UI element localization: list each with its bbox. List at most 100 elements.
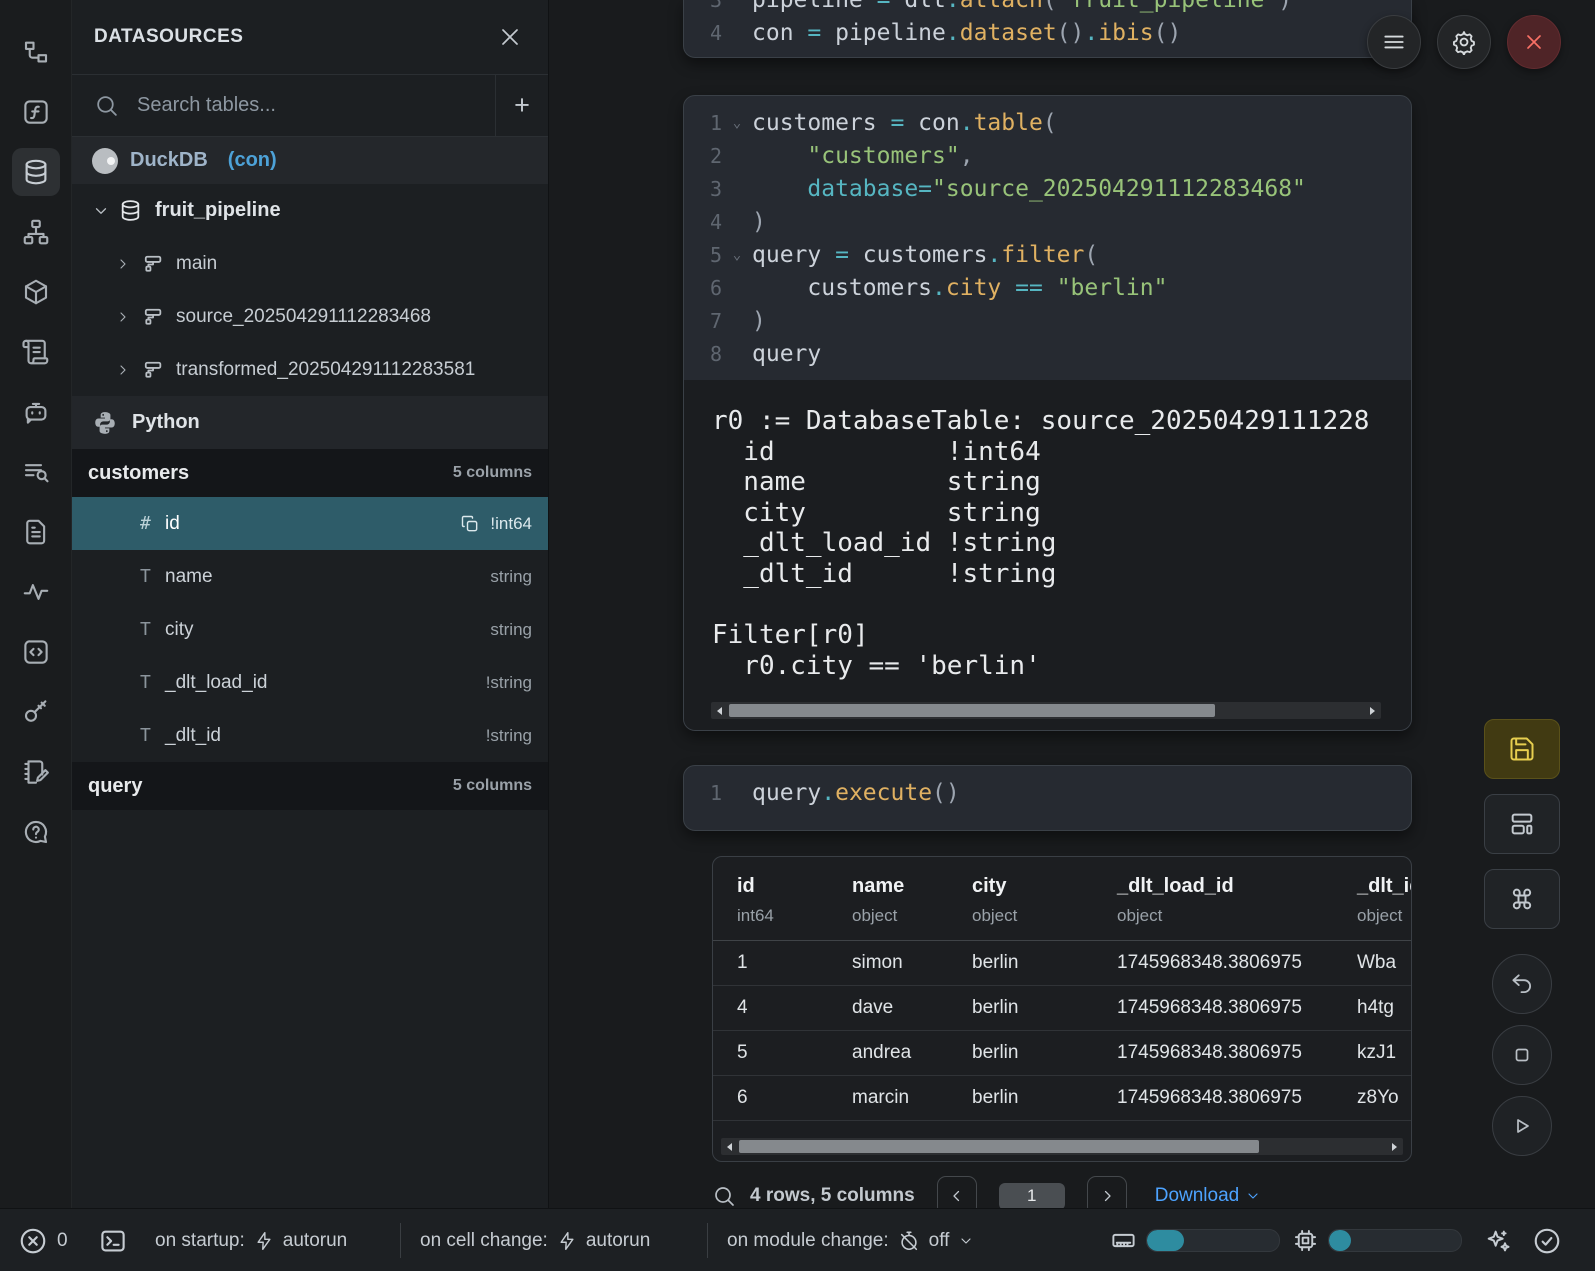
code-cell-2[interactable]: 1⌄customers = con.table(2 "customers",3 … <box>683 95 1412 731</box>
schema-row-main[interactable]: main <box>72 237 548 290</box>
database-row[interactable]: fruit_pipeline <box>72 184 548 237</box>
code-line[interactable]: 3 database="source_202504291112283468" <box>684 173 1411 206</box>
horizontal-scrollbar[interactable] <box>711 702 1381 719</box>
chevron-right-icon <box>115 362 131 378</box>
statusbar-on-cell-change[interactable]: on cell change:autorun <box>420 1209 650 1271</box>
code-cell-1[interactable]: 3pipeline = dlt.attach("fruit_pipeline")… <box>683 0 1412 58</box>
notebook-icon[interactable] <box>12 748 60 796</box>
scroll-right-icon[interactable] <box>1365 702 1381 719</box>
document-icon[interactable] <box>12 508 60 556</box>
connection-status-button[interactable] <box>1532 1209 1562 1271</box>
menu-button[interactable] <box>1367 15 1421 69</box>
add-table-button[interactable]: + <box>495 75 548 136</box>
close-icon[interactable] <box>498 25 522 49</box>
chevron-right-icon <box>115 256 131 272</box>
column-header-_dlt_load_id[interactable]: _dlt_load_idobject <box>1117 875 1357 926</box>
play-icon <box>1510 1114 1534 1138</box>
save-button[interactable] <box>1484 719 1560 779</box>
cpu-meter[interactable] <box>1292 1209 1462 1271</box>
output-line: city string <box>712 498 1411 529</box>
code-line[interactable]: 7) <box>684 305 1411 338</box>
undo-button[interactable] <box>1492 954 1552 1014</box>
table-column-count: 5 columns <box>453 777 532 795</box>
ai-assist-button[interactable] <box>1484 1209 1512 1271</box>
code-editor[interactable]: 1query.execute() <box>684 766 1411 810</box>
schema-row-source_202504291112283468[interactable]: source_202504291112283468 <box>72 290 548 343</box>
column-header-name[interactable]: nameobject <box>852 875 972 926</box>
column-header-id[interactable]: idint64 <box>737 875 852 926</box>
column-row-_dlt_load_id[interactable]: T_dlt_load_id!string <box>72 656 548 709</box>
copy-icon[interactable] <box>460 514 480 534</box>
column-row-city[interactable]: Tcitystring <box>72 603 548 656</box>
scroll-right-icon[interactable] <box>1387 1138 1403 1155</box>
code-editor[interactable]: 1⌄customers = con.table(2 "customers",3 … <box>684 96 1411 371</box>
code-line[interactable]: 8query <box>684 338 1411 371</box>
activity-icon[interactable] <box>12 568 60 616</box>
key-icon[interactable] <box>12 688 60 736</box>
code-editor[interactable]: 3pipeline = dlt.attach("fruit_pipeline")… <box>684 0 1411 50</box>
column-header-_dlt_id[interactable]: _dlt_idobject <box>1357 875 1412 926</box>
statusbar-on-module-change[interactable]: on module change:off <box>727 1209 974 1271</box>
column-row-name[interactable]: Tnamestring <box>72 550 548 603</box>
query-table-header[interactable]: query 5 columns <box>72 762 548 810</box>
download-link[interactable]: Download <box>1155 1185 1262 1207</box>
scroll-left-icon[interactable] <box>711 702 727 719</box>
shutdown-button[interactable] <box>1507 15 1561 69</box>
fold-icon[interactable]: ⌄ <box>722 107 752 140</box>
search-input[interactable] <box>135 93 419 118</box>
activity-rail <box>0 0 72 1271</box>
column-name: _dlt_id <box>165 725 486 747</box>
python-section-row[interactable]: Python <box>72 396 548 449</box>
scrollbar-thumb[interactable] <box>729 704 1215 717</box>
table-row[interactable]: 5andreaberlin1745968348.3806975kzJ1 <box>713 1031 1411 1076</box>
ai-bot-icon[interactable] <box>12 388 60 436</box>
table-row[interactable]: 6marcinberlin1745968348.3806975z8Yo <box>713 1076 1411 1121</box>
schema-row-transformed_202504291112283581[interactable]: transformed_202504291112283581 <box>72 343 548 396</box>
table-row[interactable]: 4daveberlin1745968348.3806975h4tg <box>713 986 1411 1031</box>
hamburger-icon <box>1381 29 1407 55</box>
search-icon[interactable] <box>712 1184 736 1208</box>
horizontal-scrollbar[interactable] <box>721 1138 1403 1155</box>
column-type: !string <box>486 726 532 746</box>
output-line: r0.city == 'berlin' <box>712 651 1411 682</box>
help-icon[interactable] <box>12 808 60 856</box>
code-line[interactable]: 5⌄query = customers.filter( <box>684 239 1411 272</box>
customers-table-header[interactable]: customers 5 columns <box>72 449 548 497</box>
terminal-button[interactable] <box>98 1209 128 1271</box>
result-table: idint64nameobjectcityobject_dlt_load_ido… <box>712 856 1412 1162</box>
dtype-glyph-icon: # <box>140 513 165 534</box>
script-icon[interactable] <box>12 328 60 376</box>
run-button[interactable] <box>1492 1096 1552 1156</box>
code-line[interactable]: 4con = pipeline.dataset().ibis() <box>684 17 1411 50</box>
stop-button[interactable] <box>1492 1025 1552 1085</box>
python-section-label: Python <box>132 411 200 434</box>
fold-icon[interactable]: ⌄ <box>722 239 752 272</box>
statusbar-on-startup[interactable]: on startup:autorun <box>155 1209 347 1271</box>
datasources-icon[interactable] <box>12 148 60 196</box>
list-search-icon[interactable] <box>12 448 60 496</box>
package-icon[interactable] <box>12 268 60 316</box>
error-count-badge[interactable]: 0 <box>18 1209 68 1271</box>
scroll-left-icon[interactable] <box>721 1138 737 1155</box>
file-tree-icon[interactable] <box>12 28 60 76</box>
code-line[interactable]: 6 customers.city == "berlin" <box>684 272 1411 305</box>
code-line[interactable]: 2 "customers", <box>684 140 1411 173</box>
layout-button[interactable] <box>1484 794 1560 854</box>
connection-row[interactable]: DuckDB (con) <box>72 137 548 184</box>
code-block-icon[interactable] <box>12 628 60 676</box>
code-cell-3[interactable]: 1query.execute() <box>683 765 1412 831</box>
table-row[interactable]: 1simonberlin1745968348.3806975Wba <box>713 941 1411 986</box>
dependency-graph-icon[interactable] <box>12 208 60 256</box>
memory-meter[interactable] <box>1110 1209 1280 1271</box>
settings-button[interactable] <box>1437 15 1491 69</box>
command-palette-button[interactable] <box>1484 869 1560 929</box>
code-line[interactable]: 4) <box>684 206 1411 239</box>
column-row-id[interactable]: #id!int64 <box>72 497 548 550</box>
code-line[interactable]: 3pipeline = dlt.attach("fruit_pipeline") <box>684 0 1411 17</box>
code-line[interactable]: 1⌄customers = con.table( <box>684 107 1411 140</box>
code-line[interactable]: 1query.execute() <box>684 777 1411 810</box>
scrollbar-thumb[interactable] <box>739 1140 1259 1153</box>
column-header-city[interactable]: cityobject <box>972 875 1117 926</box>
function-icon[interactable] <box>12 88 60 136</box>
column-row-_dlt_id[interactable]: T_dlt_id!string <box>72 709 548 762</box>
